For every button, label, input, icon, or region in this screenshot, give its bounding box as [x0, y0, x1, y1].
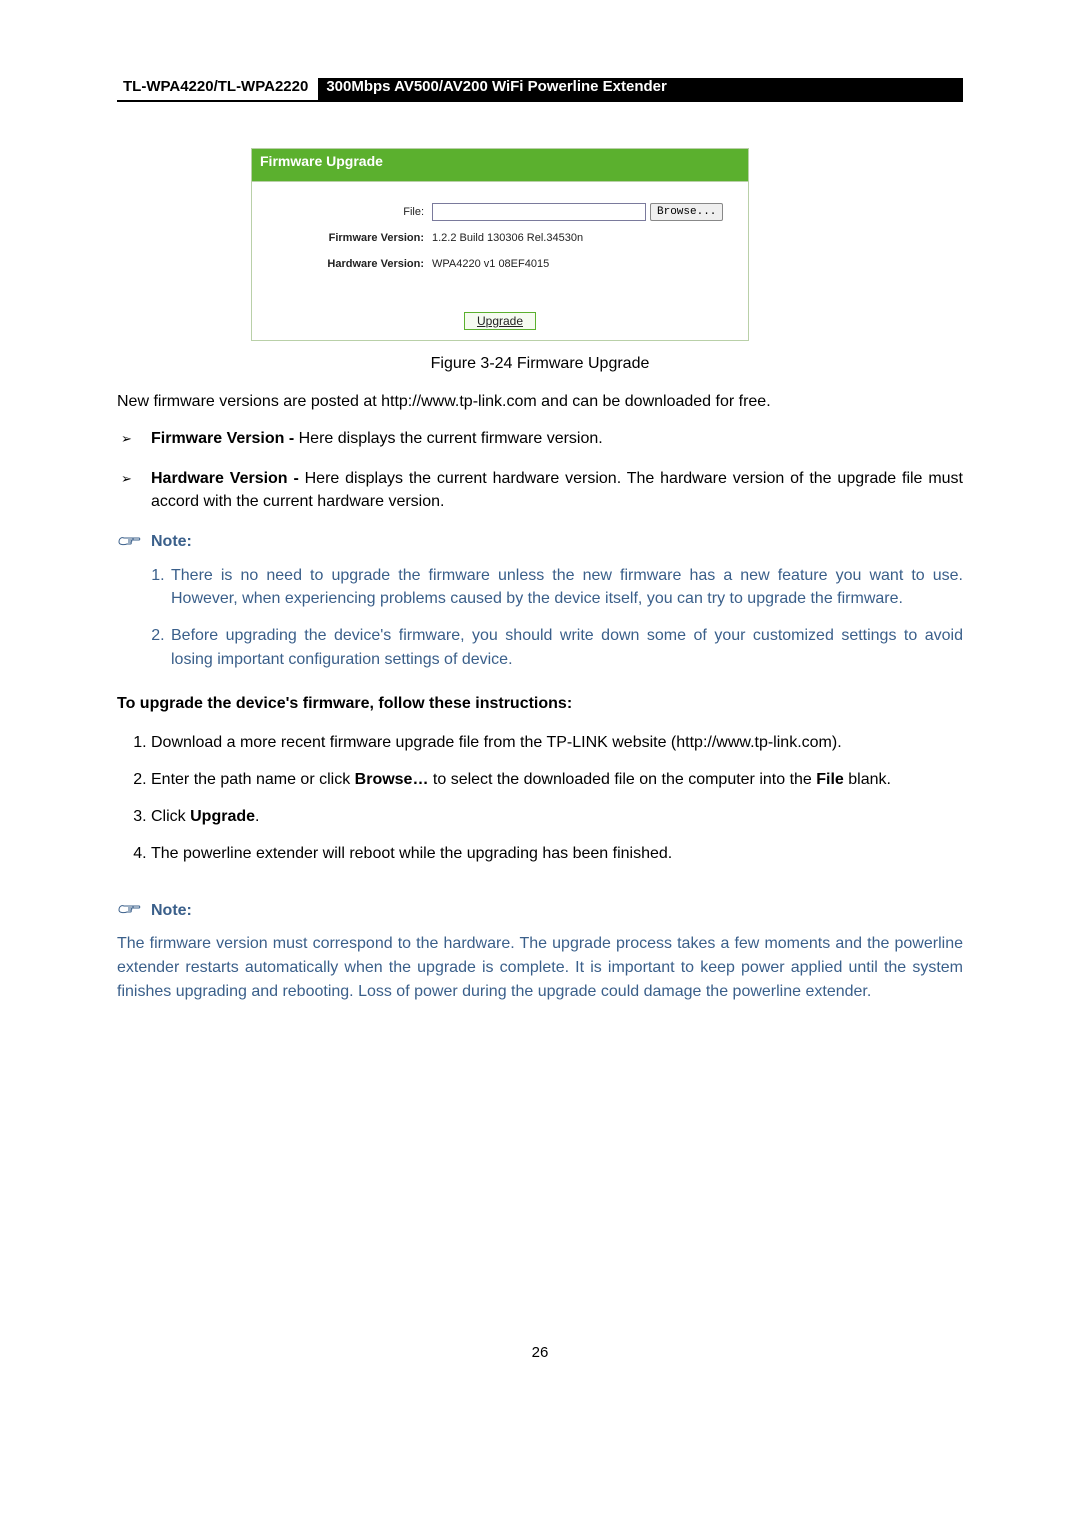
hw-bullet-label: Hardware Version -	[151, 470, 299, 487]
hardware-version-label: Hardware Version:	[260, 258, 432, 270]
step-item: Click Upgrade.	[151, 805, 963, 828]
feature-list: Firmware Version - Here displays the cur…	[117, 427, 963, 513]
file-input[interactable]	[432, 203, 646, 221]
note-list: There is no need to upgrade the firmware…	[117, 564, 963, 671]
fw-bullet-text: Here displays the current firmware versi…	[294, 430, 603, 447]
hardware-version-value: WPA4220 v1 08EF4015	[432, 258, 549, 270]
pointing-hand-icon	[117, 531, 141, 554]
note-label: Note:	[151, 902, 192, 920]
fw-bullet-label: Firmware Version -	[151, 430, 294, 447]
file-label: File:	[260, 206, 432, 218]
firmware-upgrade-panel: Firmware Upgrade File: Browse... Firmwar…	[251, 148, 749, 341]
step-item: Enter the path name or click Browse… to …	[151, 768, 963, 791]
step-item: The powerline extender will reboot while…	[151, 842, 963, 865]
upgrade-button[interactable]: Upgrade	[464, 312, 536, 330]
step-item: Download a more recent firmware upgrade …	[151, 731, 963, 754]
note-label: Note:	[151, 533, 192, 551]
browse-button[interactable]: Browse...	[650, 203, 723, 221]
doc-header: TL-WPA4220/TL-WPA2220 300Mbps AV500/AV20…	[117, 78, 963, 102]
intro-paragraph: New firmware versions are posted at http…	[117, 391, 963, 413]
header-product: 300Mbps AV500/AV200 WiFi Powerline Exten…	[318, 78, 963, 100]
note-item: Before upgrading the device's firmware, …	[169, 624, 963, 670]
firmware-version-label: Firmware Version:	[260, 232, 432, 244]
note-paragraph: The firmware version must correspond to …	[117, 932, 963, 1004]
note-heading: Note:	[117, 531, 963, 554]
steps-list: Download a more recent firmware upgrade …	[117, 731, 963, 866]
instructions-heading: To upgrade the device's firmware, follow…	[117, 695, 963, 713]
note-item: There is no need to upgrade the firmware…	[169, 564, 963, 610]
figure-caption: Figure 3-24 Firmware Upgrade	[117, 355, 963, 373]
header-model: TL-WPA4220/TL-WPA2220	[117, 78, 318, 100]
pointing-hand-icon	[117, 899, 141, 922]
list-item: Firmware Version - Here displays the cur…	[151, 427, 963, 450]
panel-title: Firmware Upgrade	[252, 149, 748, 182]
list-item: Hardware Version - Here displays the cur…	[151, 467, 963, 513]
page-number: 26	[117, 1344, 963, 1401]
firmware-version-value: 1.2.2 Build 130306 Rel.34530n	[432, 232, 583, 244]
note-heading: Note:	[117, 899, 963, 922]
